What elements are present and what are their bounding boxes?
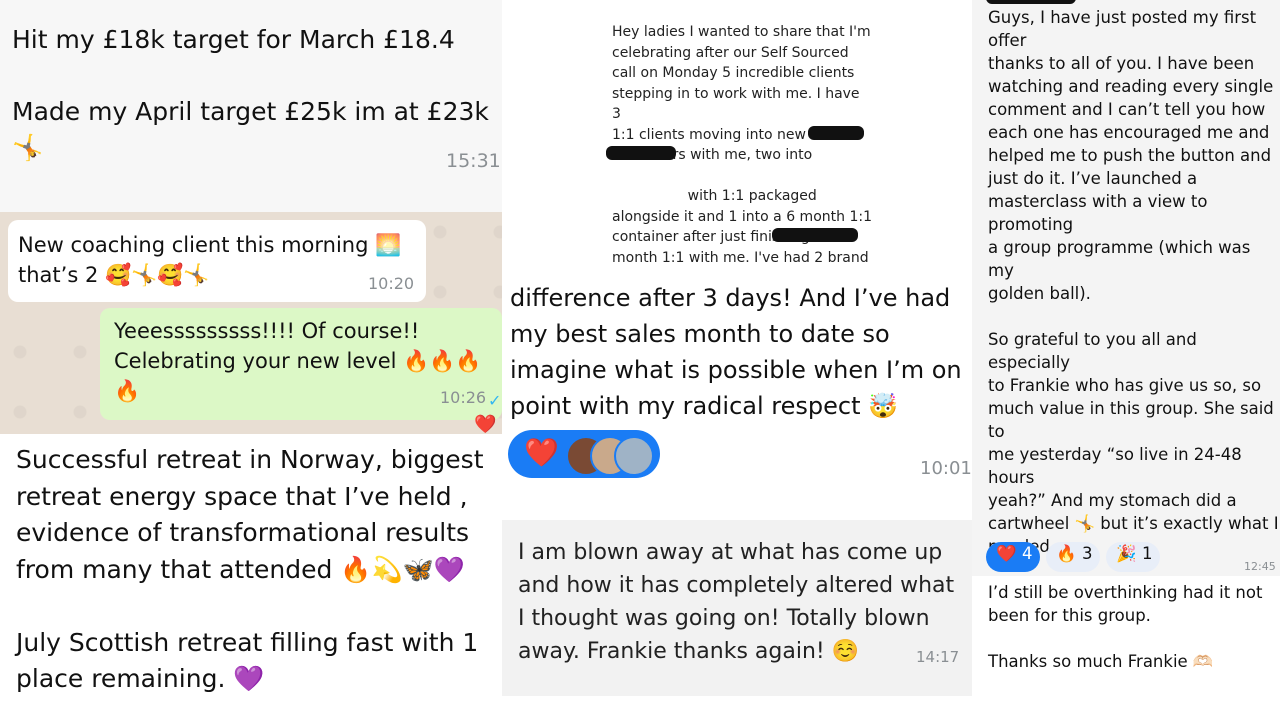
outgoing-message-bubble[interactable]: Yeeesssssssss!!!! Of course!! Celebratin… — [100, 308, 502, 420]
message-text: Hit my £18k target for March £18.4 Made … — [12, 25, 489, 162]
redaction-bar — [986, 0, 1076, 4]
message-time: 14:17 — [916, 648, 960, 666]
testimonial-panel-clients: Hey ladies I wanted to share that I'm ce… — [502, 0, 972, 262]
redaction-bar — [606, 146, 676, 160]
whatsapp-chat-panel: New coaching client this morning 🌅 that’… — [0, 212, 502, 434]
heart-reaction-icon: ❤️ — [474, 414, 497, 434]
message-text: Successful retreat in Norway, biggest re… — [16, 445, 484, 693]
read-check-icon: ✓ — [488, 391, 502, 410]
message-time: 15:31 — [446, 150, 501, 172]
testimonial-panel-retreat: Successful retreat in Norway, biggest re… — [0, 434, 502, 720]
incoming-message-time: 10:20 — [368, 274, 415, 293]
avatar — [614, 436, 654, 476]
testimonial-panel-first-offer: Guys, I have just posted my first offer … — [972, 0, 1280, 720]
redaction-bar — [772, 228, 858, 242]
reaction-pill[interactable]: ❤️ — [508, 430, 660, 478]
incoming-message-text: New coaching client this morning 🌅 that’… — [18, 233, 402, 287]
message-time: 12:45 — [1244, 560, 1276, 573]
heart-reaction-icon: ❤️ — [524, 436, 559, 469]
incoming-message-bubble[interactable]: New coaching client this morning 🌅 that’… — [8, 220, 426, 302]
testimonial-panel-blown-away: I am blown away at what has come up and … — [502, 490, 972, 720]
message-text: Hey ladies I wanted to share that I'm ce… — [612, 24, 872, 262]
fire-reaction-chip[interactable]: 🔥 3 — [1046, 542, 1100, 572]
message-text: I am blown away at what has come up and … — [518, 540, 955, 664]
party-reaction-chip[interactable]: 🎉 1 — [1106, 542, 1160, 572]
outgoing-message-text: Yeeesssssssss!!!! Of course!! Celebratin… — [114, 319, 482, 403]
message-text: difference after 3 days! And I’ve had my… — [510, 284, 962, 420]
redaction-bar — [808, 126, 864, 140]
testimonial-panel-sales-month: difference after 3 days! And I’ve had my… — [502, 262, 972, 490]
heart-reaction-chip[interactable]: ❤️ 4 — [986, 542, 1040, 572]
outgoing-message-time: 10:26 — [440, 388, 487, 407]
message-text: Guys, I have just posted my first offer … — [988, 8, 1279, 671]
testimonial-panel-sales-target: Hit my £18k target for March £18.4 Made … — [0, 0, 502, 212]
message-time: 10:01 — [920, 458, 972, 479]
